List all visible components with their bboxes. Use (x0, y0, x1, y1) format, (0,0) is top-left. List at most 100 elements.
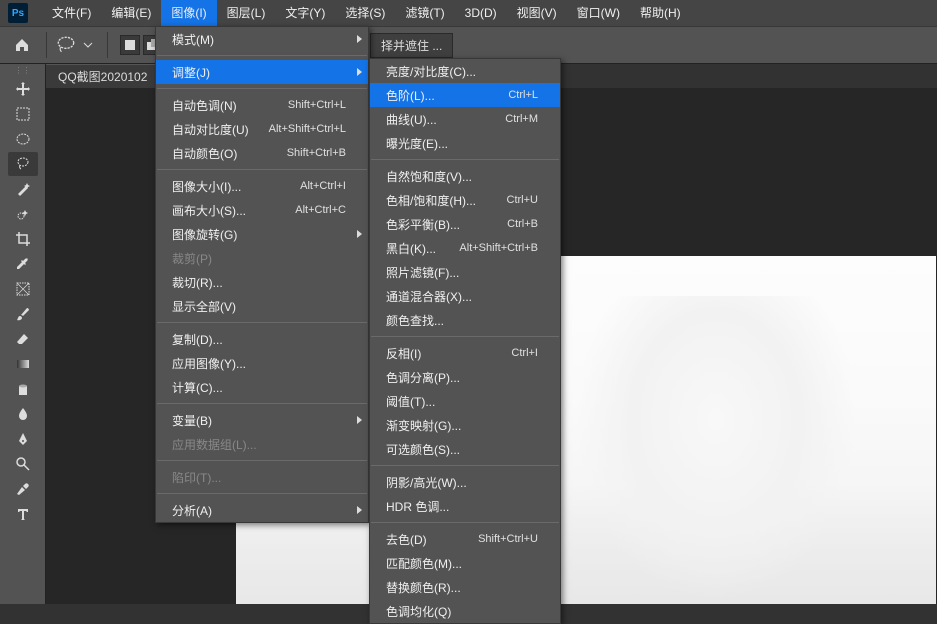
menu-item[interactable]: 去色(D)Shift+Ctrl+U (370, 527, 560, 551)
menu-separator (371, 336, 559, 337)
menu-item[interactable]: 图像旋转(G) (156, 222, 368, 246)
menu-item[interactable]: 照片滤镜(F)... (370, 260, 560, 284)
menubar-item[interactable]: 编辑(E) (101, 0, 161, 26)
menu-item[interactable]: 计算(C)... (156, 375, 368, 399)
menu-item-label: 显示全部(V) (172, 298, 236, 315)
brush-tool[interactable] (8, 302, 38, 326)
menu-item-label: 替换颜色(R)... (386, 579, 461, 596)
select-and-mask-button[interactable]: 择并遮住 ... (370, 33, 453, 58)
frame-tool[interactable] (8, 277, 38, 301)
menu-item[interactable]: 调整(J) (156, 60, 368, 84)
menu-item-label: 匹配颜色(M)... (386, 555, 462, 572)
paint-bucket-tool[interactable] (8, 377, 38, 401)
menubar-item[interactable]: 滤镜(T) (395, 0, 454, 26)
menu-item[interactable]: 曝光度(E)... (370, 131, 560, 155)
menubar-item[interactable]: 文字(Y) (275, 0, 335, 26)
menu-item: 应用数据组(L)... (156, 432, 368, 456)
dodge-tool[interactable] (8, 452, 38, 476)
menu-item[interactable]: 裁切(R)... (156, 270, 368, 294)
menu-item-label: 裁剪(P) (172, 250, 212, 267)
menu-item[interactable]: 模式(M) (156, 27, 368, 51)
menubar-item[interactable]: 视图(V) (507, 0, 567, 26)
move-tool[interactable] (8, 77, 38, 101)
menu-item[interactable]: 通道混合器(X)... (370, 284, 560, 308)
menubar-item[interactable]: 图像(I) (161, 0, 216, 26)
menu-item[interactable]: 色相/饱和度(H)...Ctrl+U (370, 188, 560, 212)
menubar-item[interactable]: 选择(S) (335, 0, 395, 26)
type-tool[interactable] (8, 502, 38, 526)
menubar-item[interactable]: 窗口(W) (567, 0, 630, 26)
gradient-tool[interactable] (8, 352, 38, 376)
menubar-item[interactable]: 帮助(H) (630, 0, 691, 26)
menu-item[interactable]: 颜色查找... (370, 308, 560, 332)
menu-item[interactable]: 显示全部(V) (156, 294, 368, 318)
menu-item[interactable]: 变量(B) (156, 408, 368, 432)
image-menu-dropdown: 模式(M) 调整(J) 自动色调(N)Shift+Ctrl+L自动对比度(U)Alt… (155, 26, 369, 523)
menu-item-label: 图像大小(I)... (172, 178, 241, 195)
document-tab[interactable]: QQ截图2020102 (46, 64, 159, 88)
menu-item-label: 应用图像(Y)... (172, 355, 246, 372)
menu-item[interactable]: 复制(D)... (156, 327, 368, 351)
menu-item[interactable]: 渐变映射(G)... (370, 413, 560, 437)
marquee-tool[interactable] (8, 102, 38, 126)
menu-item[interactable]: 自动色调(N)Shift+Ctrl+L (156, 93, 368, 117)
menu-item[interactable]: 阈值(T)... (370, 389, 560, 413)
home-icon[interactable] (14, 37, 30, 53)
menu-item[interactable]: 色彩平衡(B)...Ctrl+B (370, 212, 560, 236)
menu-item[interactable]: HDR 色调... (370, 494, 560, 518)
menu-item[interactable]: 色阶(L)...Ctrl+L (370, 83, 560, 107)
separator (46, 32, 47, 58)
eyedropper-tool[interactable] (8, 252, 38, 276)
menu-item-label: 通道混合器(X)... (386, 288, 472, 305)
menu-item: 陷印(T)... (156, 465, 368, 489)
menu-item[interactable]: 应用图像(Y)... (156, 351, 368, 375)
blur-tool[interactable] (8, 402, 38, 426)
menu-item-label: 陷印(T)... (172, 469, 221, 486)
menu-item[interactable]: 匹配颜色(M)... (370, 551, 560, 575)
selection-new-button[interactable] (120, 35, 140, 55)
menu-item-shortcut: Ctrl+I (511, 347, 538, 359)
menu-item-label: HDR 色调... (386, 498, 449, 515)
menubar-item[interactable]: 文件(F) (42, 0, 101, 26)
menu-item[interactable]: 画布大小(S)... Alt+Ctrl+C (156, 198, 368, 222)
menubar-item[interactable]: 图层(L) (217, 0, 276, 26)
menubar-item[interactable]: 3D(D) (455, 0, 507, 26)
menu-item[interactable]: 色调均化(Q) (370, 599, 560, 623)
menu-item[interactable]: 黑白(K)...Alt+Shift+Ctrl+B (370, 236, 560, 260)
menu-item-label: 颜色查找... (386, 312, 444, 329)
menu-item[interactable]: 反相(I)Ctrl+I (370, 341, 560, 365)
menu-item-shortcut: Ctrl+U (507, 194, 538, 206)
pen-tool[interactable] (8, 427, 38, 451)
menu-item[interactable]: 色调分离(P)... (370, 365, 560, 389)
chevron-down-icon[interactable] (83, 40, 93, 50)
magic-wand-tool[interactable] (8, 177, 38, 201)
menu-separator (157, 493, 367, 494)
menu-item[interactable]: 曲线(U)...Ctrl+M (370, 107, 560, 131)
menu-item[interactable]: 自动对比度(U)Alt+Shift+Ctrl+L (156, 117, 368, 141)
lasso-tool[interactable] (8, 152, 38, 176)
toolbar-grip[interactable]: ⋮⋮ (0, 64, 45, 76)
menu-item-label: 去色(D) (386, 531, 427, 548)
menu-item[interactable]: 可选颜色(S)... (370, 437, 560, 461)
menu-item[interactable]: 阴影/高光(W)... (370, 470, 560, 494)
menu-item[interactable]: 自然饱和度(V)... (370, 164, 560, 188)
menu-item-label: 自动色调(N) (172, 97, 237, 114)
menu-item[interactable]: 自动颜色(O)Shift+Ctrl+B (156, 141, 368, 165)
menu-item[interactable]: 图像大小(I)...Alt+Ctrl+I (156, 174, 368, 198)
menu-item-label: 色调分离(P)... (386, 369, 460, 386)
eraser-tool[interactable] (8, 327, 38, 351)
menu-item-shortcut: Alt+Ctrl+C (295, 204, 346, 216)
menu-item[interactable]: 亮度/对比度(C)... (370, 59, 560, 83)
crop-tool[interactable] (8, 227, 38, 251)
menu-item-label: 色彩平衡(B)... (386, 216, 460, 233)
menu-item[interactable]: 分析(A) (156, 498, 368, 522)
menu-item: 裁剪(P) (156, 246, 368, 270)
menu-item-shortcut: Ctrl+L (508, 89, 538, 101)
clone-stamp-tool[interactable] (8, 477, 38, 501)
ellipse-marquee-tool[interactable] (8, 127, 38, 151)
menu-item-label: 画布大小(S)... (172, 202, 246, 219)
quick-selection-tool[interactable] (8, 202, 38, 226)
menu-item[interactable]: 替换颜色(R)... (370, 575, 560, 599)
menubar: Ps 文件(F)编辑(E)图像(I)图层(L)文字(Y)选择(S)滤镜(T)3D… (0, 0, 937, 26)
active-tool-icon[interactable] (55, 34, 77, 56)
